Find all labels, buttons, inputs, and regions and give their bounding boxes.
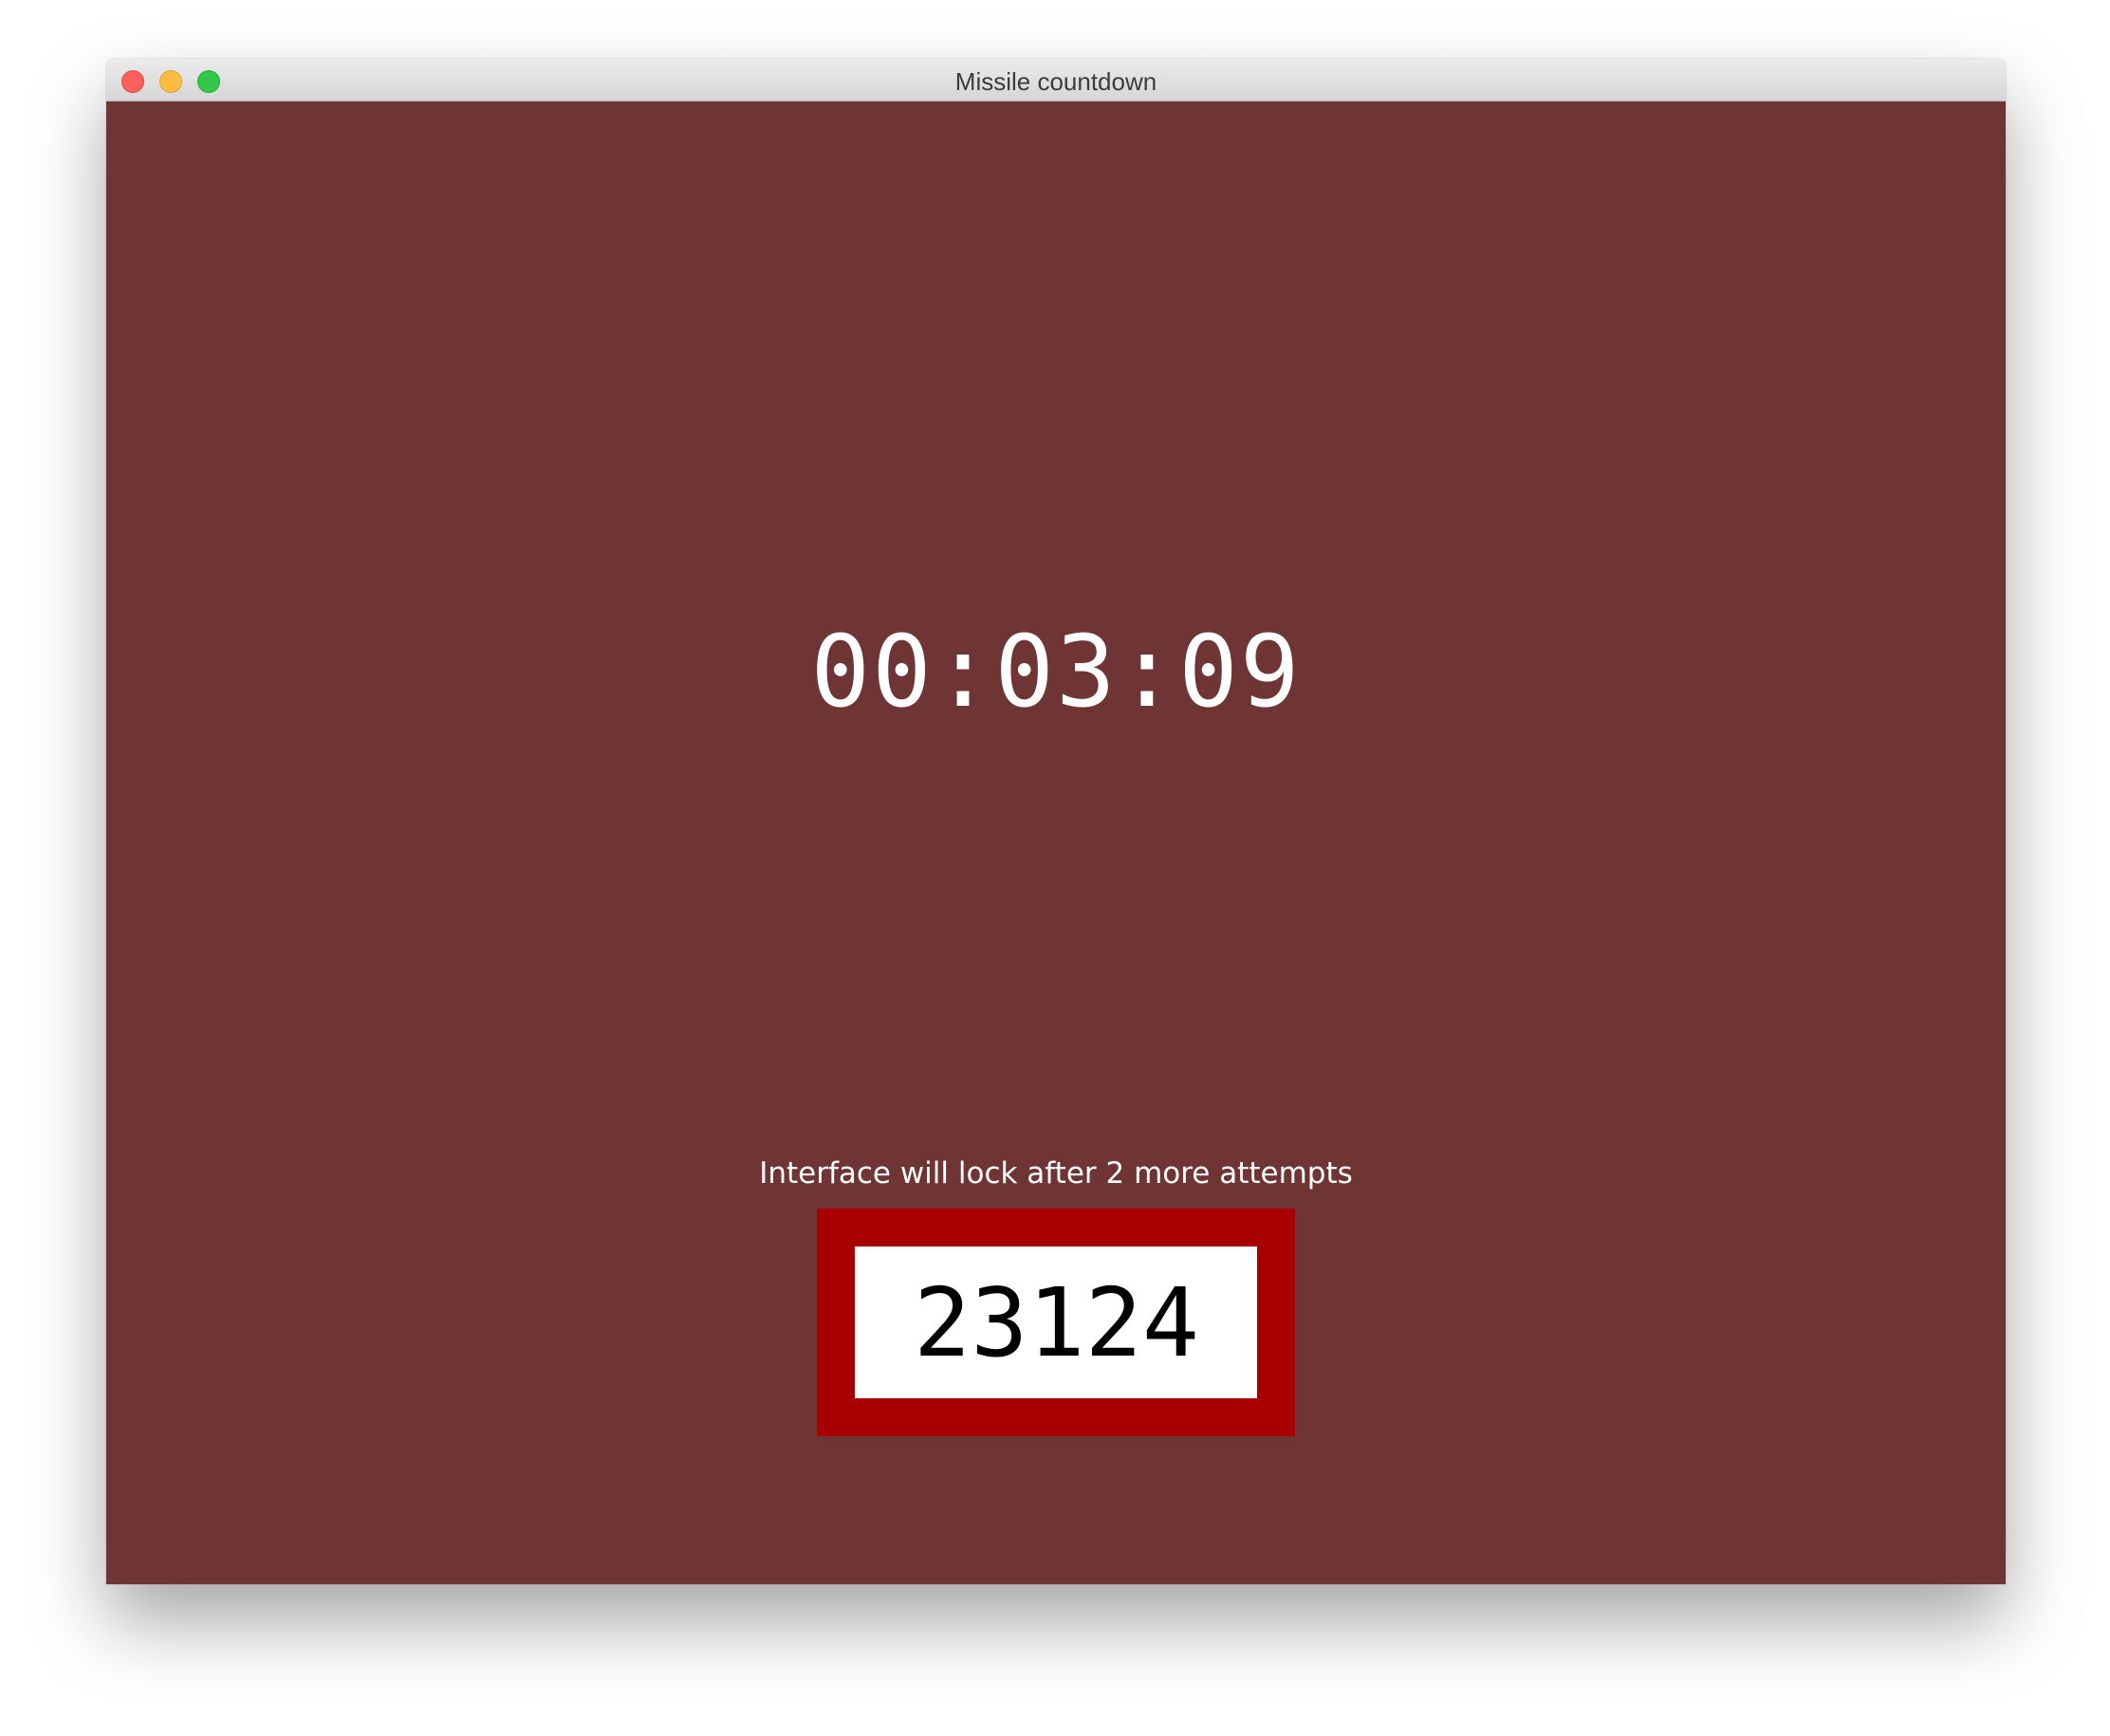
title-bar: Missile countdown — [106, 59, 2006, 102]
code-input-frame — [817, 1209, 1295, 1436]
main-content: 00:03:09 Interface will lock after 2 mor… — [106, 102, 2006, 1584]
app-window: Missile countdown 00:03:09 Interface wil… — [106, 59, 2006, 1584]
countdown-timer: 00:03:09 — [810, 614, 1302, 729]
lock-warning-text: Interface will lock after 2 more attempt… — [759, 1156, 1353, 1191]
window-title: Missile countdown — [954, 67, 1157, 96]
code-input[interactable] — [855, 1247, 1257, 1398]
